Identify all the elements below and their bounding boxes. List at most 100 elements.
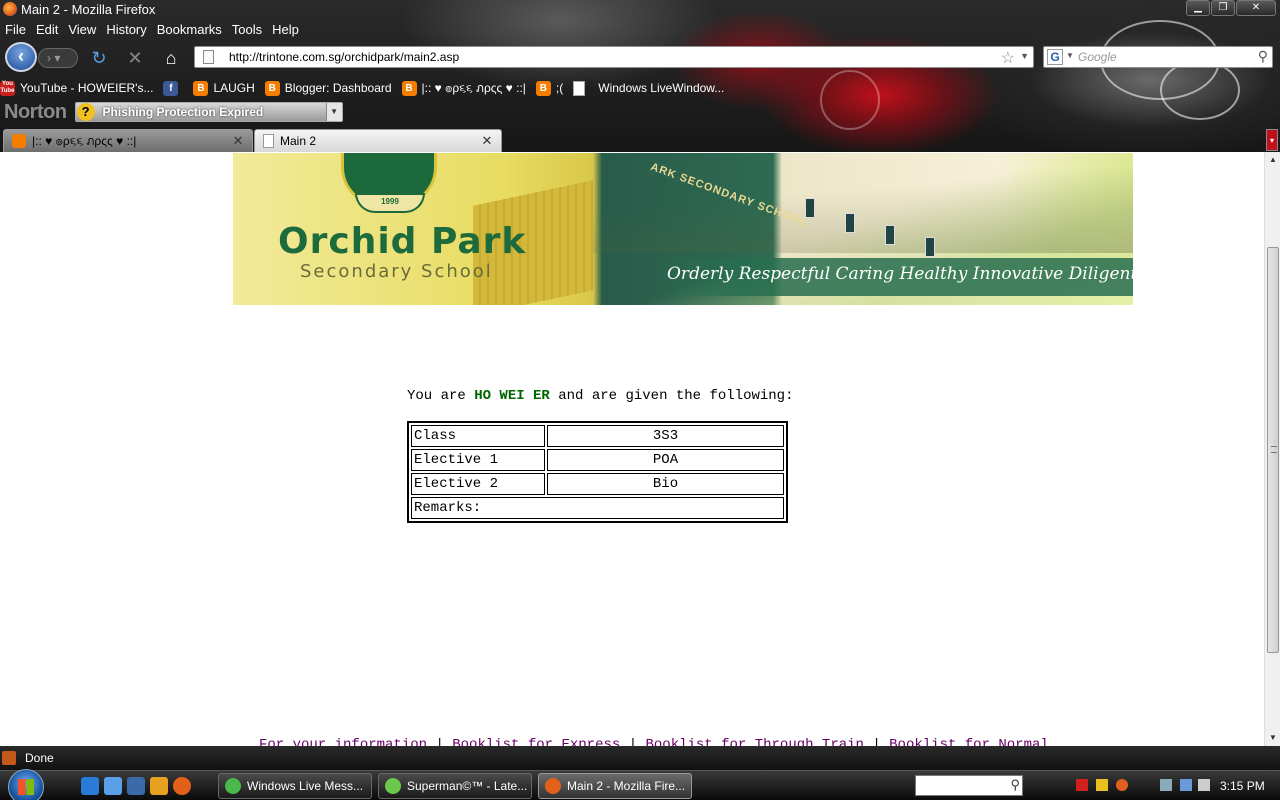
engine-dropdown-icon[interactable]: ▼ [1066,51,1074,60]
bookmark-sad[interactable]: B ;( [535,80,563,96]
menu-bar: File Edit View History Bookmarks Tools H… [0,20,304,40]
menu-tools[interactable]: Tools [227,20,267,40]
link-for-your-information[interactable]: For your information [259,737,427,746]
bookmark-facebook[interactable]: f [163,80,183,96]
network-icon[interactable] [1096,779,1108,791]
switch-windows-icon[interactable] [127,777,145,795]
blogger-icon: B [193,80,209,96]
url-dropdown-icon[interactable]: ▼ [1020,51,1029,61]
back-button[interactable]: ‹ [5,42,37,72]
link-booklist-normal[interactable]: Booklist for Normal [889,737,1049,746]
close-icon[interactable]: ✕ [479,133,495,149]
blogger-icon: B [264,80,280,96]
table-row: Elective 1 POA [411,449,784,471]
norton-logo: Norton [4,100,67,123]
bookmark-label: YouTube - HOWEIER's... [20,81,154,95]
intro-prefix: You are [407,388,466,404]
tab-list-button[interactable]: ▾ [1266,129,1278,151]
connection-icon[interactable] [1180,779,1192,791]
clock[interactable]: 3:15 PM [1220,779,1265,793]
search-icon[interactable]: ⚲ [1258,48,1268,65]
stop-icon[interactable]: ✕ [124,48,146,68]
bookmark-blog[interactable]: B |:: ♥ ๏ρ૬૬ ภρςς ♥ ::| [401,79,526,98]
status-bar: Done [0,746,1280,770]
url-text: http://trintone.com.sg/orchidpark/main2.… [229,50,460,64]
minimize-button[interactable]: ▁ [1186,0,1210,16]
menu-bookmarks[interactable]: Bookmarks [152,20,227,40]
table-row: Class 3S3 [411,425,784,447]
home-icon[interactable]: ⌂ [160,48,182,68]
bookmark-blogger-dashboard[interactable]: B Blogger: Dashboard [264,80,392,96]
banner-window [885,225,895,245]
blogger-icon: B [401,80,417,96]
start-button[interactable] [8,769,44,800]
volume-icon[interactable] [1198,779,1210,791]
show-desktop-icon[interactable] [104,777,122,795]
page-icon [203,50,214,64]
windows-taskbar: Windows Live Mess... Superman©™ - Late..… [0,769,1280,800]
row-label: Elective 2 [411,473,545,495]
browser-chrome: Main 2 - Mozilla Firefox ▁ ❐ ✕ File Edit… [0,0,1280,152]
tab-label: |:: ♥ ๏ρ૬૬ ภρςς ♥ ::| [32,133,137,148]
firefox-icon [3,2,17,16]
google-icon[interactable]: G [1047,49,1063,65]
bookmark-label: Windows LiveWindow... [598,81,725,95]
taskbar-button-firefox[interactable]: Main 2 - Mozilla Fire... [538,773,692,799]
search-icon[interactable]: ⚲ [1010,777,1020,793]
chevron-down-icon[interactable]: ▼ [325,103,342,121]
ati-icon[interactable] [1076,779,1088,791]
page-icon [263,134,274,148]
link-separator: | [628,737,646,746]
school-motto: Orderly Respectful Caring Healthy Innova… [667,264,1133,284]
forward-button[interactable]: › ▾ [38,48,78,68]
messenger-chat-icon [385,778,401,794]
link-booklist-express[interactable]: Booklist for Express [452,737,620,746]
banner-window [925,237,935,257]
media-player-icon[interactable] [150,777,168,795]
bookmark-star-icon[interactable]: ☆ [1001,48,1015,68]
tab-main-2[interactable]: Main 2 ✕ [254,129,502,152]
close-button[interactable]: ✕ [1236,0,1276,16]
address-bar[interactable]: http://trintone.com.sg/orchidpark/main2.… [194,46,1034,68]
desktop-search-input[interactable]: ⚲ [915,775,1023,796]
taskbar-button-superman[interactable]: Superman©™ - Late... [378,773,532,799]
ie-icon[interactable] [81,777,99,795]
menu-edit[interactable]: Edit [31,20,63,40]
vertical-scrollbar[interactable]: ▲ ▼ [1264,152,1280,746]
status-text: Done [25,751,54,765]
device-icon[interactable] [1160,779,1172,791]
menu-history[interactable]: History [101,20,151,40]
intro-suffix: and are given the following: [558,388,794,404]
row-label: Class [411,425,545,447]
page-icon [573,80,586,96]
row-value: 3S3 [547,425,784,447]
link-booklist-through-train[interactable]: Booklist for Through Train [646,737,864,746]
student-name: HO WEI ER [474,388,550,404]
reload-icon[interactable]: ↻ [88,48,110,68]
scroll-thumb[interactable] [1267,247,1279,653]
menu-view[interactable]: View [63,20,101,40]
maximize-button[interactable]: ❐ [1211,0,1235,16]
scroll-up-icon[interactable]: ▲ [1265,152,1280,168]
firefox-quicklaunch-icon[interactable] [173,777,191,795]
bookmark-windows-live[interactable]: Windows LiveWindow... [573,80,725,96]
row-value: Bio [547,473,784,495]
norton-tray-icon[interactable] [1116,779,1128,791]
menu-file[interactable]: File [0,20,31,40]
bookmark-youtube[interactable]: You Tube YouTube - HOWEIER's... [0,80,154,96]
tab-label: Main 2 [280,134,317,148]
tab-blog[interactable]: |:: ♥ ๏ρ૬૬ ภρςς ♥ ::| ✕ [3,129,253,152]
link-separator: | [435,737,453,746]
phishing-status: Phishing Protection Expired [102,105,264,119]
scroll-down-icon[interactable]: ▼ [1265,730,1280,746]
phishing-protection-dropdown[interactable]: ? Phishing Protection Expired ▼ [74,102,343,122]
menu-help[interactable]: Help [267,20,304,40]
bookmark-laugh[interactable]: B LAUGH [193,80,255,96]
close-icon[interactable]: ✕ [230,133,246,149]
taskbar-button-messenger[interactable]: Windows Live Mess... [218,773,372,799]
grip-icon [1271,446,1277,453]
assignment-table: Class 3S3 Elective 1 POA Elective 2 Bio … [407,421,788,523]
intro-text: You are HO WEI ER and are given the foll… [407,388,794,404]
firefox-icon [545,778,561,794]
search-bar[interactable]: G ▼ Google ⚲ [1043,46,1273,68]
